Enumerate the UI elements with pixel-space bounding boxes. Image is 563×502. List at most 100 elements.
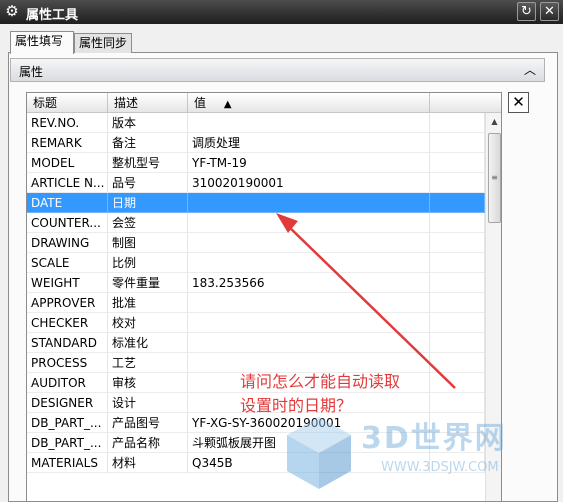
- table-row[interactable]: DATE 日期: [27, 193, 485, 213]
- cell-description[interactable]: 标准化: [108, 333, 188, 353]
- cell-description[interactable]: 审核: [108, 373, 188, 393]
- cell-description[interactable]: 会签: [108, 213, 188, 233]
- close-icon: ✕: [512, 93, 525, 111]
- cell-description[interactable]: 设计: [108, 393, 188, 413]
- table-row[interactable]: COUNTER... 会签: [27, 213, 485, 233]
- cell-blank[interactable]: [430, 233, 485, 253]
- table-row[interactable]: REMARK 备注 调质处理: [27, 133, 485, 153]
- group-label: 属性: [19, 65, 44, 79]
- cell-value[interactable]: [188, 213, 430, 233]
- cell-value[interactable]: 183.253566: [188, 273, 430, 293]
- cell-value[interactable]: [188, 113, 430, 133]
- cell-title[interactable]: COUNTER...: [27, 213, 108, 233]
- cell-title[interactable]: WEIGHT: [27, 273, 108, 293]
- table-row[interactable]: DRAWING 制图: [27, 233, 485, 253]
- title-bar: ⚙ 属性工具 ↻ ✕: [0, 0, 563, 24]
- watermark: 3D世界网 WWW.3DSJW.COM: [283, 405, 553, 500]
- cell-description[interactable]: 比例: [108, 253, 188, 273]
- table-row[interactable]: MODEL 整机型号 YF-TM-19: [27, 153, 485, 173]
- cell-description[interactable]: 整机型号: [108, 153, 188, 173]
- cell-blank[interactable]: [430, 353, 485, 373]
- cell-description[interactable]: 备注: [108, 133, 188, 153]
- cell-title[interactable]: AUDITOR: [27, 373, 108, 393]
- column-header-blank: [430, 93, 501, 113]
- cell-blank[interactable]: [430, 193, 485, 213]
- cell-value[interactable]: [188, 333, 430, 353]
- gear-icon[interactable]: ⚙: [4, 3, 20, 19]
- cell-title[interactable]: CHECKER: [27, 313, 108, 333]
- cell-title[interactable]: DB_PART_...: [27, 413, 108, 433]
- tab-label: 属性填写: [15, 34, 64, 48]
- cell-description[interactable]: 品号: [108, 173, 188, 193]
- table-row[interactable]: APPROVER 批准: [27, 293, 485, 313]
- table-row[interactable]: ARTICLE N... 品号 310020190001: [27, 173, 485, 193]
- cell-title[interactable]: REMARK: [27, 133, 108, 153]
- cell-description[interactable]: 校对: [108, 313, 188, 333]
- column-header-description[interactable]: 描述: [108, 93, 188, 113]
- cell-description[interactable]: 产品图号: [108, 413, 188, 433]
- column-header-title[interactable]: 标题: [27, 93, 108, 113]
- cell-title[interactable]: ARTICLE N...: [27, 173, 108, 193]
- cell-value[interactable]: [188, 233, 430, 253]
- cell-title[interactable]: DATE: [27, 193, 108, 213]
- cell-value[interactable]: YF-TM-19: [188, 153, 430, 173]
- cell-blank[interactable]: [430, 173, 485, 193]
- table-row[interactable]: WEIGHT 零件重量 183.253566: [27, 273, 485, 293]
- reset-icon: ↻: [521, 4, 532, 19]
- tab-label: 属性同步: [79, 36, 128, 50]
- cell-value[interactable]: [188, 313, 430, 333]
- cell-value[interactable]: [188, 293, 430, 313]
- tab-attribute-fill[interactable]: 属性填写: [10, 31, 74, 54]
- reset-button[interactable]: ↻: [517, 2, 536, 21]
- cell-value[interactable]: [188, 193, 430, 213]
- cell-blank[interactable]: [430, 313, 485, 333]
- tab-attribute-sync[interactable]: 属性同步: [74, 33, 132, 53]
- remove-button[interactable]: ✕: [508, 92, 529, 113]
- table-row[interactable]: CHECKER 校对: [27, 313, 485, 333]
- chevron-up-icon[interactable]: ︿: [520, 60, 540, 80]
- cell-blank[interactable]: [430, 373, 485, 393]
- cell-description[interactable]: 批准: [108, 293, 188, 313]
- close-window-button[interactable]: ✕: [540, 2, 559, 21]
- cell-description[interactable]: 工艺: [108, 353, 188, 373]
- cell-description[interactable]: 产品名称: [108, 433, 188, 453]
- cell-title[interactable]: APPROVER: [27, 293, 108, 313]
- cell-blank[interactable]: [430, 333, 485, 353]
- column-header-value-label: 值: [194, 96, 207, 110]
- table-row[interactable]: STANDARD 标准化: [27, 333, 485, 353]
- cell-title[interactable]: PROCESS: [27, 353, 108, 373]
- scroll-thumb[interactable]: ≡: [488, 133, 501, 223]
- cell-blank[interactable]: [430, 153, 485, 173]
- cell-value[interactable]: 调质处理: [188, 133, 430, 153]
- cell-description[interactable]: 版本: [108, 113, 188, 133]
- cell-title[interactable]: STANDARD: [27, 333, 108, 353]
- watermark-url: WWW.3DSJW.COM: [381, 460, 499, 475]
- cell-description[interactable]: 材料: [108, 453, 188, 473]
- table-row[interactable]: SCALE 比例: [27, 253, 485, 273]
- column-header-value[interactable]: 值 ▲: [188, 93, 430, 113]
- cell-title[interactable]: MODEL: [27, 153, 108, 173]
- cell-blank[interactable]: [430, 213, 485, 233]
- cell-title[interactable]: DESIGNER: [27, 393, 108, 413]
- cell-title[interactable]: REV.NO.: [27, 113, 108, 133]
- cell-blank[interactable]: [430, 113, 485, 133]
- cell-blank[interactable]: [430, 273, 485, 293]
- cell-value[interactable]: [188, 253, 430, 273]
- cell-title[interactable]: SCALE: [27, 253, 108, 273]
- cell-blank[interactable]: [430, 133, 485, 153]
- scroll-up-icon[interactable]: ▲: [486, 113, 501, 130]
- cell-value[interactable]: 310020190001: [188, 173, 430, 193]
- table-row[interactable]: REV.NO. 版本: [27, 113, 485, 133]
- cell-title[interactable]: MATERIALS: [27, 453, 108, 473]
- cell-blank[interactable]: [430, 253, 485, 273]
- attribute-group-header[interactable]: 属性 ︿: [10, 58, 545, 82]
- cell-title[interactable]: DRAWING: [27, 233, 108, 253]
- cell-title[interactable]: DB_PART_...: [27, 433, 108, 453]
- cell-description[interactable]: 日期: [108, 193, 188, 213]
- cell-description[interactable]: 制图: [108, 233, 188, 253]
- watermark-logo-text: 3D世界网: [361, 421, 507, 456]
- cell-blank[interactable]: [430, 293, 485, 313]
- annotation-line-1: 请问怎么才能自动读取: [240, 372, 401, 391]
- table-header: 标题 描述 值 ▲: [27, 93, 501, 113]
- cell-description[interactable]: 零件重量: [108, 273, 188, 293]
